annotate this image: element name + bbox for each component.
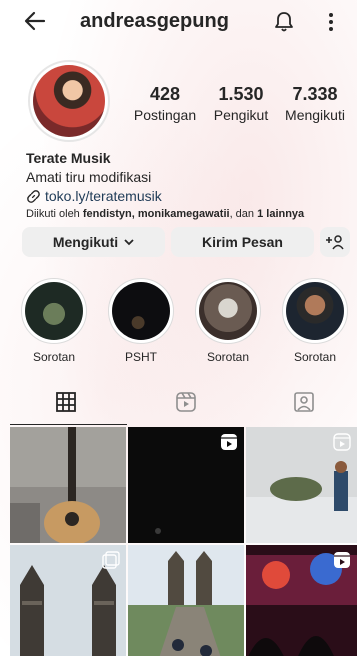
add-user-button[interactable] xyxy=(320,227,350,257)
highlight-ring xyxy=(282,278,348,344)
more-vertical-icon xyxy=(329,13,333,31)
notifications-button[interactable] xyxy=(272,10,296,34)
stat-posts-label: Postingan xyxy=(133,107,197,123)
profile-username: andreasgepung xyxy=(80,10,229,32)
tab-posts-grid[interactable] xyxy=(54,390,82,418)
highlight-thumbnail xyxy=(286,282,344,340)
followed-by-count: 1 lainnya xyxy=(257,208,305,220)
more-options-button[interactable] xyxy=(324,9,338,35)
tab-tagged[interactable] xyxy=(292,390,320,418)
send-message-button[interactable]: Kirim Pesan xyxy=(171,227,314,257)
profile-link[interactable]: toko.ly/teratemusik xyxy=(26,188,346,204)
link-icon xyxy=(27,189,40,203)
profile-link-text: toko.ly/teratemusik xyxy=(45,188,162,204)
highlight-label: Sorotan xyxy=(32,350,76,364)
highlight-ring xyxy=(195,278,261,344)
grid-icon xyxy=(56,392,76,412)
avatar-image xyxy=(33,65,105,137)
active-tab-indicator xyxy=(10,424,127,425)
profile-avatar[interactable] xyxy=(28,60,110,142)
add-user-icon xyxy=(326,235,344,250)
stat-following-value: 7.338 xyxy=(292,84,338,104)
followed-by-middle: , dan xyxy=(229,208,258,220)
post-thumbnail[interactable] xyxy=(128,427,244,543)
stat-followers-value: 1.530 xyxy=(218,84,264,104)
highlight-item[interactable]: Sorotan xyxy=(281,278,349,364)
profile-bio: Terate Musik Amati tiru modifikasi toko.… xyxy=(26,150,346,220)
reel-badge-icon xyxy=(334,552,350,568)
back-button[interactable] xyxy=(22,8,50,36)
post-thumbnail[interactable] xyxy=(246,545,357,656)
post-thumbnail[interactable] xyxy=(246,427,357,543)
bell-icon xyxy=(275,12,293,32)
chevron-down-icon xyxy=(124,239,134,246)
profile-bio-text: Amati tiru modifikasi xyxy=(26,169,152,185)
back-arrow-icon xyxy=(24,11,46,31)
post-thumbnail[interactable] xyxy=(10,427,126,543)
posts-grid xyxy=(10,427,357,656)
highlight-thumbnail xyxy=(25,282,83,340)
highlight-item[interactable]: Sorotan xyxy=(20,278,88,364)
stairs-temple-photo xyxy=(128,545,244,656)
profile-display-name: Terate Musik xyxy=(26,150,111,166)
top-bar: andreasgepung xyxy=(0,0,357,44)
highlight-ring xyxy=(108,278,174,344)
reel-badge-icon xyxy=(333,433,351,451)
send-message-button-label: Kirim Pesan xyxy=(202,234,283,250)
carousel-badge-icon xyxy=(102,551,120,569)
highlight-ring xyxy=(21,278,87,344)
reel-badge-icon xyxy=(221,434,237,450)
stat-following[interactable]: 7.338 Mengikuti xyxy=(280,84,350,123)
highlight-label: Sorotan xyxy=(206,350,250,364)
following-button[interactable]: Mengikuti xyxy=(22,227,165,257)
followed-by-prefix: Diikuti oleh xyxy=(26,208,83,220)
tagged-user-icon xyxy=(294,392,314,412)
stat-followers[interactable]: 1.530 Pengikut xyxy=(206,84,276,123)
post-thumbnail[interactable] xyxy=(128,545,244,656)
tab-reels[interactable] xyxy=(174,390,202,418)
highlight-item[interactable]: Sorotan xyxy=(194,278,262,364)
highlight-thumbnail xyxy=(112,282,170,340)
followed-by-text[interactable]: Diikuti oleh fendistyn, monikamegawatii,… xyxy=(26,208,346,220)
stat-posts[interactable]: 428 Postingan xyxy=(130,84,200,123)
highlight-label: Sorotan xyxy=(293,350,337,364)
post-thumbnail[interactable] xyxy=(10,545,126,656)
stat-followers-label: Pengikut xyxy=(213,107,269,123)
highlight-item[interactable]: PSHT xyxy=(107,278,175,364)
followed-by-users: fendistyn, monikamegawatii xyxy=(82,208,230,220)
highlight-label: PSHT xyxy=(124,350,157,364)
profile-tabs xyxy=(0,386,357,426)
following-button-label: Mengikuti xyxy=(52,234,119,250)
reels-icon xyxy=(176,392,196,412)
stat-posts-value: 428 xyxy=(149,84,181,104)
highlight-thumbnail xyxy=(199,282,257,340)
guitar-photo xyxy=(10,427,126,543)
stat-following-label: Mengikuti xyxy=(285,107,345,123)
